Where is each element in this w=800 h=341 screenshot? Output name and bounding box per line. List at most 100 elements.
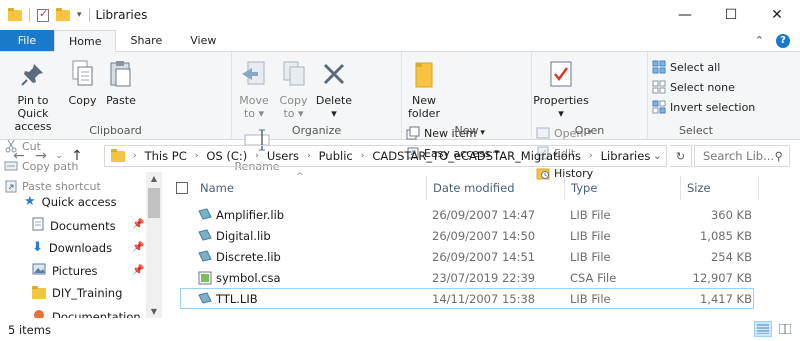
properties-icon (545, 58, 577, 90)
help-icon[interactable]: ? (776, 33, 790, 48)
file-date: 14/11/2007 15:38 (432, 292, 536, 306)
invert-selection-button[interactable]: Invert selection (652, 98, 755, 116)
properties-dropdown-chevron-icon[interactable]: ▾ (558, 107, 564, 120)
pin-icon[interactable]: 📌 (132, 242, 144, 253)
file-name[interactable]: Discrete.lib (216, 250, 281, 264)
nav-pictures[interactable]: Pictures (32, 263, 98, 278)
scroll-up-icon[interactable]: ▲ (146, 174, 162, 183)
close-button[interactable]: ✕ (754, 0, 800, 30)
invert-selection-label: Invert selection (670, 100, 756, 114)
chevron-right-icon[interactable]: › (589, 151, 593, 161)
search-input[interactable]: Search Lib... ⚲ (694, 145, 790, 167)
file-name[interactable]: Digital.lib (216, 229, 271, 243)
breadcrumb-libraries[interactable]: Libraries (601, 149, 651, 163)
breadcrumb-this-pc[interactable]: This PC (145, 149, 187, 163)
file-row[interactable]: Digital.lib 26/09/2007 14:50 LIB File 1,… (180, 226, 754, 246)
collapse-ribbon-chevron-icon[interactable]: ⌃ (755, 34, 764, 47)
file-name[interactable]: symbol.csa (216, 271, 281, 285)
move-to-label-1: Move (239, 94, 269, 107)
breadcrumb-public[interactable]: Public (319, 149, 353, 163)
delete-dropdown-chevron-icon[interactable]: ▾ (331, 107, 337, 120)
copy-button[interactable]: Copy (66, 56, 100, 109)
paste-icon (105, 58, 137, 90)
large-icons-view-icon[interactable] (776, 321, 794, 337)
properties-button[interactable]: Properties ▾ (533, 56, 589, 122)
forward-arrow-icon[interactable]: → (30, 148, 52, 164)
column-header-size[interactable]: Size (687, 176, 711, 200)
nav-downloads[interactable]: ⬇ Downloads (32, 240, 112, 255)
organize-group: Move to ▾ Copy to ▾ Delete ▾ Rename Orga… (232, 52, 402, 173)
file-size: 1,085 KB (699, 229, 752, 243)
new-folder-label-1: New (412, 94, 436, 107)
back-arrow-icon[interactable]: ← (8, 148, 30, 164)
refresh-icon[interactable]: ↻ (670, 145, 692, 167)
file-type: LIB File (570, 292, 611, 306)
nav-documentation[interactable]: Documentation (32, 309, 141, 318)
delete-button[interactable]: Delete ▾ (315, 56, 353, 122)
invert-selection-icon (652, 100, 666, 114)
title-bar: ▾ Libraries — ☐ ✕ (0, 0, 800, 30)
file-row[interactable]: Discrete.lib 26/09/2007 14:51 LIB File 2… (180, 247, 754, 267)
chevron-right-icon[interactable]: › (255, 151, 259, 161)
minimize-button[interactable]: — (662, 0, 708, 30)
new-folder-quick-icon[interactable] (56, 7, 70, 21)
tab-share[interactable]: Share (116, 30, 176, 51)
paste-button[interactable]: Paste (103, 56, 139, 109)
documents-icon (32, 217, 44, 234)
address-bar[interactable]: › This PC › OS (C:) › Users › Public › C… (104, 145, 667, 167)
breadcrumb-users[interactable]: Users (267, 149, 299, 163)
select-none-button[interactable]: Select none (652, 78, 755, 96)
select-group-label: Select (679, 124, 713, 137)
maximize-button[interactable]: ☐ (708, 0, 754, 30)
column-header-date[interactable]: Date modified (433, 176, 515, 200)
pin-icon[interactable]: 📌 (132, 265, 144, 276)
chevron-right-icon[interactable]: › (195, 151, 199, 161)
nav-documents[interactable]: Documents (32, 217, 116, 234)
scrollbar-thumb[interactable] (148, 188, 160, 218)
nav-label: Pictures (52, 263, 98, 278)
paste-label: Paste (106, 94, 136, 107)
new-group-label: New (454, 124, 479, 137)
select-all-button[interactable]: Select all (652, 58, 755, 76)
file-type: LIB File (570, 250, 611, 264)
nav-diy-training[interactable]: DIY_Training (32, 285, 122, 300)
chevron-right-icon[interactable]: › (307, 151, 311, 161)
file-row-selected[interactable]: TTL.LIB 14/11/2007 15:38 LIB File 1,417 … (180, 288, 754, 309)
tab-file[interactable]: File (0, 30, 54, 51)
window-title: Libraries (95, 8, 148, 22)
tab-view[interactable]: View (176, 30, 230, 51)
chevron-right-icon[interactable]: › (133, 151, 137, 161)
up-arrow-icon[interactable]: ↑ (66, 148, 88, 164)
lib-file-icon (198, 229, 212, 241)
delete-x-icon (318, 58, 350, 90)
pin-icon[interactable]: 📌 (132, 219, 144, 230)
tab-home[interactable]: Home (54, 30, 117, 52)
chevron-right-icon[interactable]: › (361, 151, 365, 161)
column-header-name[interactable]: Name (200, 176, 234, 200)
item-count: 5 items (8, 322, 51, 337)
move-to-button[interactable]: Move to ▾ (236, 56, 272, 122)
status-bar: 5 items (0, 318, 800, 341)
scroll-down-icon[interactable]: ▼ (146, 307, 162, 316)
new-folder-button[interactable]: New folder (406, 56, 442, 122)
select-all-checkbox[interactable] (176, 176, 188, 200)
file-row[interactable]: symbol.csa 23/07/2019 22:39 CSA File 12,… (180, 268, 754, 288)
details-view-icon[interactable] (754, 321, 772, 337)
file-name[interactable]: Amplifier.lib (216, 208, 284, 222)
breadcrumb-migrations[interactable]: CADSTAR_TO_eCADSTAR_Migrations (372, 149, 581, 163)
file-name[interactable]: TTL.LIB (216, 292, 258, 306)
file-size: 1,417 KB (699, 292, 752, 306)
breadcrumb-os-c[interactable]: OS (C:) (206, 149, 247, 163)
file-row[interactable]: Amplifier.lib 26/09/2007 14:47 LIB File … (180, 205, 754, 225)
copy-to-button[interactable]: Copy to ▾ (276, 56, 312, 122)
address-history-chevron-icon[interactable]: ⌄ (653, 149, 662, 162)
divider (88, 8, 90, 22)
nav-quick-access[interactable]: ★ Quick access (24, 194, 117, 209)
properties-quick-icon[interactable] (37, 7, 49, 22)
column-header-type[interactable]: Type (571, 176, 597, 200)
file-type: LIB File (570, 229, 611, 243)
customize-toolbar-chevron-icon[interactable]: ▾ (77, 10, 82, 20)
recent-locations-chevron-icon[interactable]: ⌄ (52, 151, 66, 161)
nav-scrollbar[interactable]: ▲ ▼ (146, 172, 162, 318)
file-size: 360 KB (710, 208, 752, 222)
